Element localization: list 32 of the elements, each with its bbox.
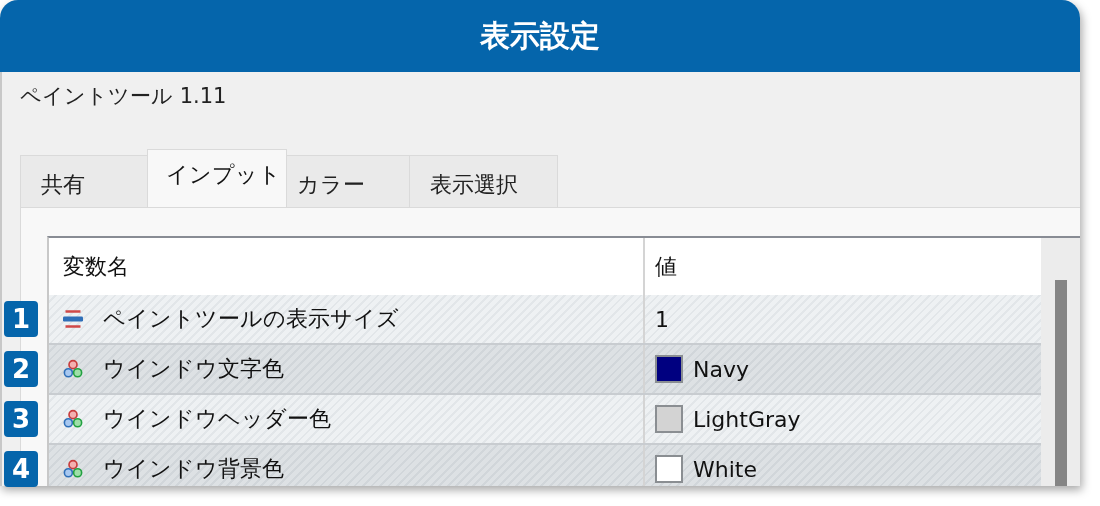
color-circles-icon bbox=[63, 409, 83, 429]
table-row[interactable]: ウインドウ文字色 Navy bbox=[49, 345, 1041, 395]
lines-icon bbox=[63, 309, 83, 329]
table-row[interactable]: ペイントツールの表示サイズ 1 bbox=[49, 295, 1041, 345]
table-cell: White bbox=[693, 456, 757, 482]
table-cell-text: ウインドウ背景色 bbox=[103, 455, 284, 483]
table-cell: 1 bbox=[655, 306, 669, 332]
number-badge: 4 bbox=[4, 451, 38, 487]
scrollbar[interactable] bbox=[1041, 238, 1080, 486]
table-cell-text: ウインドウ文字色 bbox=[103, 355, 284, 383]
color-swatch[interactable] bbox=[655, 405, 683, 433]
tab[interactable]: インプット bbox=[147, 149, 287, 207]
color-circles-icon bbox=[63, 359, 83, 379]
tab[interactable]: 表示選択 bbox=[409, 155, 558, 207]
color-swatch[interactable] bbox=[655, 455, 683, 483]
table-cell: Navy bbox=[693, 356, 749, 382]
table-cell-text: ウインドウヘッダー色 bbox=[103, 405, 331, 433]
scrollbar-thumb[interactable] bbox=[1054, 280, 1067, 486]
column-header: 値 bbox=[654, 252, 678, 281]
table-row[interactable]: ウインドウヘッダー色 LightGray bbox=[49, 395, 1041, 445]
table-cell-text: ペイントツールの表示サイズ bbox=[103, 305, 399, 333]
number-badge: 2 bbox=[4, 351, 38, 387]
number-badge: 3 bbox=[4, 401, 38, 437]
color-swatch[interactable] bbox=[655, 355, 683, 383]
tab[interactable]: カラー bbox=[286, 155, 410, 207]
tab[interactable]: 共有 bbox=[20, 155, 148, 207]
table-cell: LightGray bbox=[693, 406, 801, 432]
number-badge: 1 bbox=[4, 301, 38, 337]
window-title: 表示設定 bbox=[480, 16, 600, 55]
table-row[interactable]: ウインドウ背景色 White bbox=[49, 445, 1041, 486]
color-circles-icon bbox=[63, 459, 83, 479]
dialog-name: ペイントツール 1.11 bbox=[19, 83, 228, 110]
